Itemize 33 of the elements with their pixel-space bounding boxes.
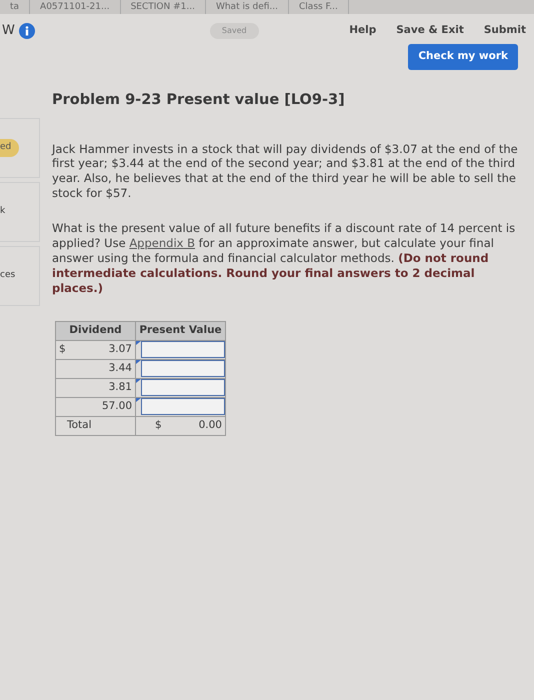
browser-tab[interactable]: What is defi... [206, 0, 290, 14]
answer-field[interactable] [141, 379, 225, 396]
total-value: 0.00 [198, 418, 222, 434]
dividend-value: 3.81 [108, 380, 132, 396]
header-link[interactable]: Submit [484, 23, 526, 39]
answer-field[interactable] [141, 341, 225, 358]
info-icon[interactable] [18, 23, 35, 39]
dividend-value: 3.44 [108, 361, 132, 376]
currency-symbol: $ [59, 342, 66, 358]
answer-field[interactable] [141, 398, 225, 416]
header-link[interactable]: Help [349, 23, 376, 39]
answer-field[interactable] [141, 360, 225, 378]
browser-tab[interactable]: SECTION #1... [120, 0, 206, 14]
column-header: Dividend [56, 321, 136, 340]
sidebar-item[interactable]: ces [0, 269, 16, 283]
column-header: Present Value [136, 321, 226, 340]
problem-paragraph: Jack Hammer invests in a stock that will pay dividends of $3.07 at the end of the first year; $3.44 at the end of the second year; and $3.81 at the end of the third year. Also, he believes that at the end of the third year he will be able to sell the stock for $57. [52, 142, 518, 202]
header-link[interactable]: Save & Exit [396, 23, 464, 39]
sidebar-item[interactable]: ed [0, 139, 20, 157]
dividend-value: 3.07 [108, 342, 132, 358]
check-work-button[interactable]: Check my work [408, 44, 518, 70]
appendix-link[interactable]: Appendix B [129, 236, 195, 250]
dividend-value: 57.00 [102, 399, 132, 414]
saved-status: Saved [210, 23, 259, 39]
browser-tab[interactable]: ta [0, 0, 30, 14]
problem-title: Problem 9-23 Present value [LO9-3] [52, 90, 346, 110]
currency-symbol: $ [155, 418, 162, 434]
question-paragraph: What is the present value of all future benefits if a discount rate of 14 percent is applied? Use Appendix B for an approximate answer, but calculate your final answer using the formula and financial calculator methods. (Do not round intermediate calculations. Round your final answers to 2 decimal places.) [52, 221, 516, 296]
browser-tab[interactable]: Class F... [289, 0, 349, 14]
sidebar-item[interactable]: k [0, 205, 6, 219]
browser-tab[interactable]: A0571101-21... [30, 0, 121, 14]
header-text: W [2, 22, 15, 40]
total-label: Total [67, 419, 92, 432]
